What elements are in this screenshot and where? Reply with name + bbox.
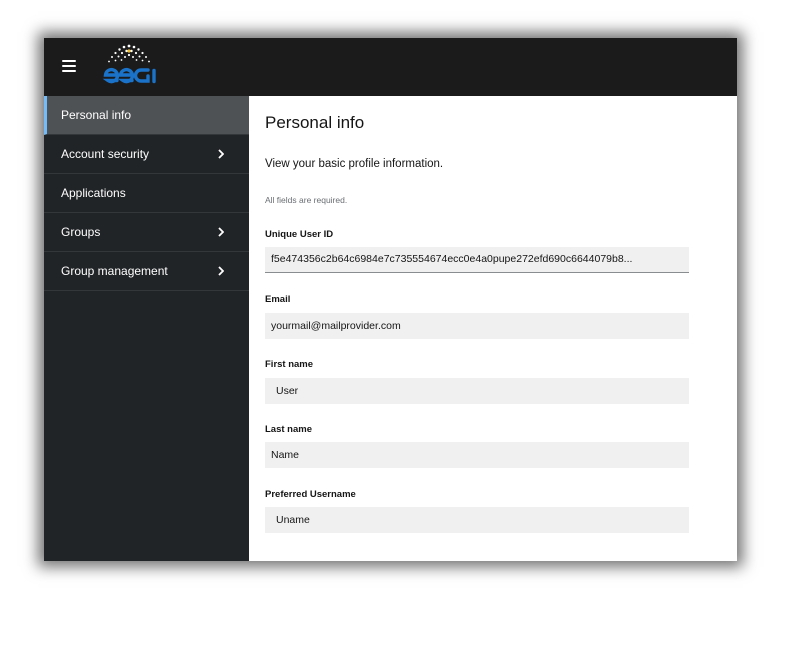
sidebar-nav: Personal info Account security Applicati…: [44, 96, 249, 561]
first-name-field[interactable]: [265, 378, 689, 404]
sidebar-item-label: Group management: [61, 264, 168, 278]
sidebar-item-label: Groups: [61, 225, 101, 239]
egi-logo: [102, 44, 156, 84]
app-window: Personal info Account security Applicati…: [44, 38, 737, 561]
email-label: Email: [265, 294, 291, 305]
sidebar-item-groups[interactable]: Groups: [44, 213, 249, 252]
first-name-label: First name: [265, 359, 314, 370]
page-subtitle: View your basic profile information.: [265, 158, 444, 170]
last-name-label: Last name: [265, 424, 312, 435]
chevron-right-icon: [218, 227, 224, 237]
preferred-username-field[interactable]: [265, 507, 689, 533]
unique-user-id-field: f5e474356c2b64c6984e7c735554674ecc0e4a0p…: [265, 247, 689, 273]
preferred-username-label: Preferred Username: [265, 489, 356, 500]
hamburger-menu-icon[interactable]: [62, 60, 76, 72]
unique-user-id-label: Unique User ID: [265, 229, 334, 240]
personal-info-panel: Personal info View your basic profile in…: [249, 96, 737, 561]
email-field[interactable]: [265, 313, 689, 339]
sidebar-item-applications[interactable]: Applications: [44, 174, 249, 213]
chevron-right-icon: [218, 266, 224, 276]
chevron-right-icon: [218, 149, 224, 159]
sidebar-item-group-management[interactable]: Group management: [44, 252, 249, 291]
sidebar-item-account-security[interactable]: Account security: [44, 135, 249, 174]
top-bar: [44, 38, 737, 96]
required-fields-note: All fields are required.: [265, 195, 348, 205]
last-name-field[interactable]: [265, 442, 689, 468]
sidebar-item-label: Applications: [61, 186, 126, 200]
sidebar-item-personal-info[interactable]: Personal info: [44, 96, 249, 135]
sidebar-item-label: Account security: [61, 147, 150, 161]
page-title: Personal info: [265, 113, 365, 132]
sidebar-item-label: Personal info: [61, 108, 132, 122]
